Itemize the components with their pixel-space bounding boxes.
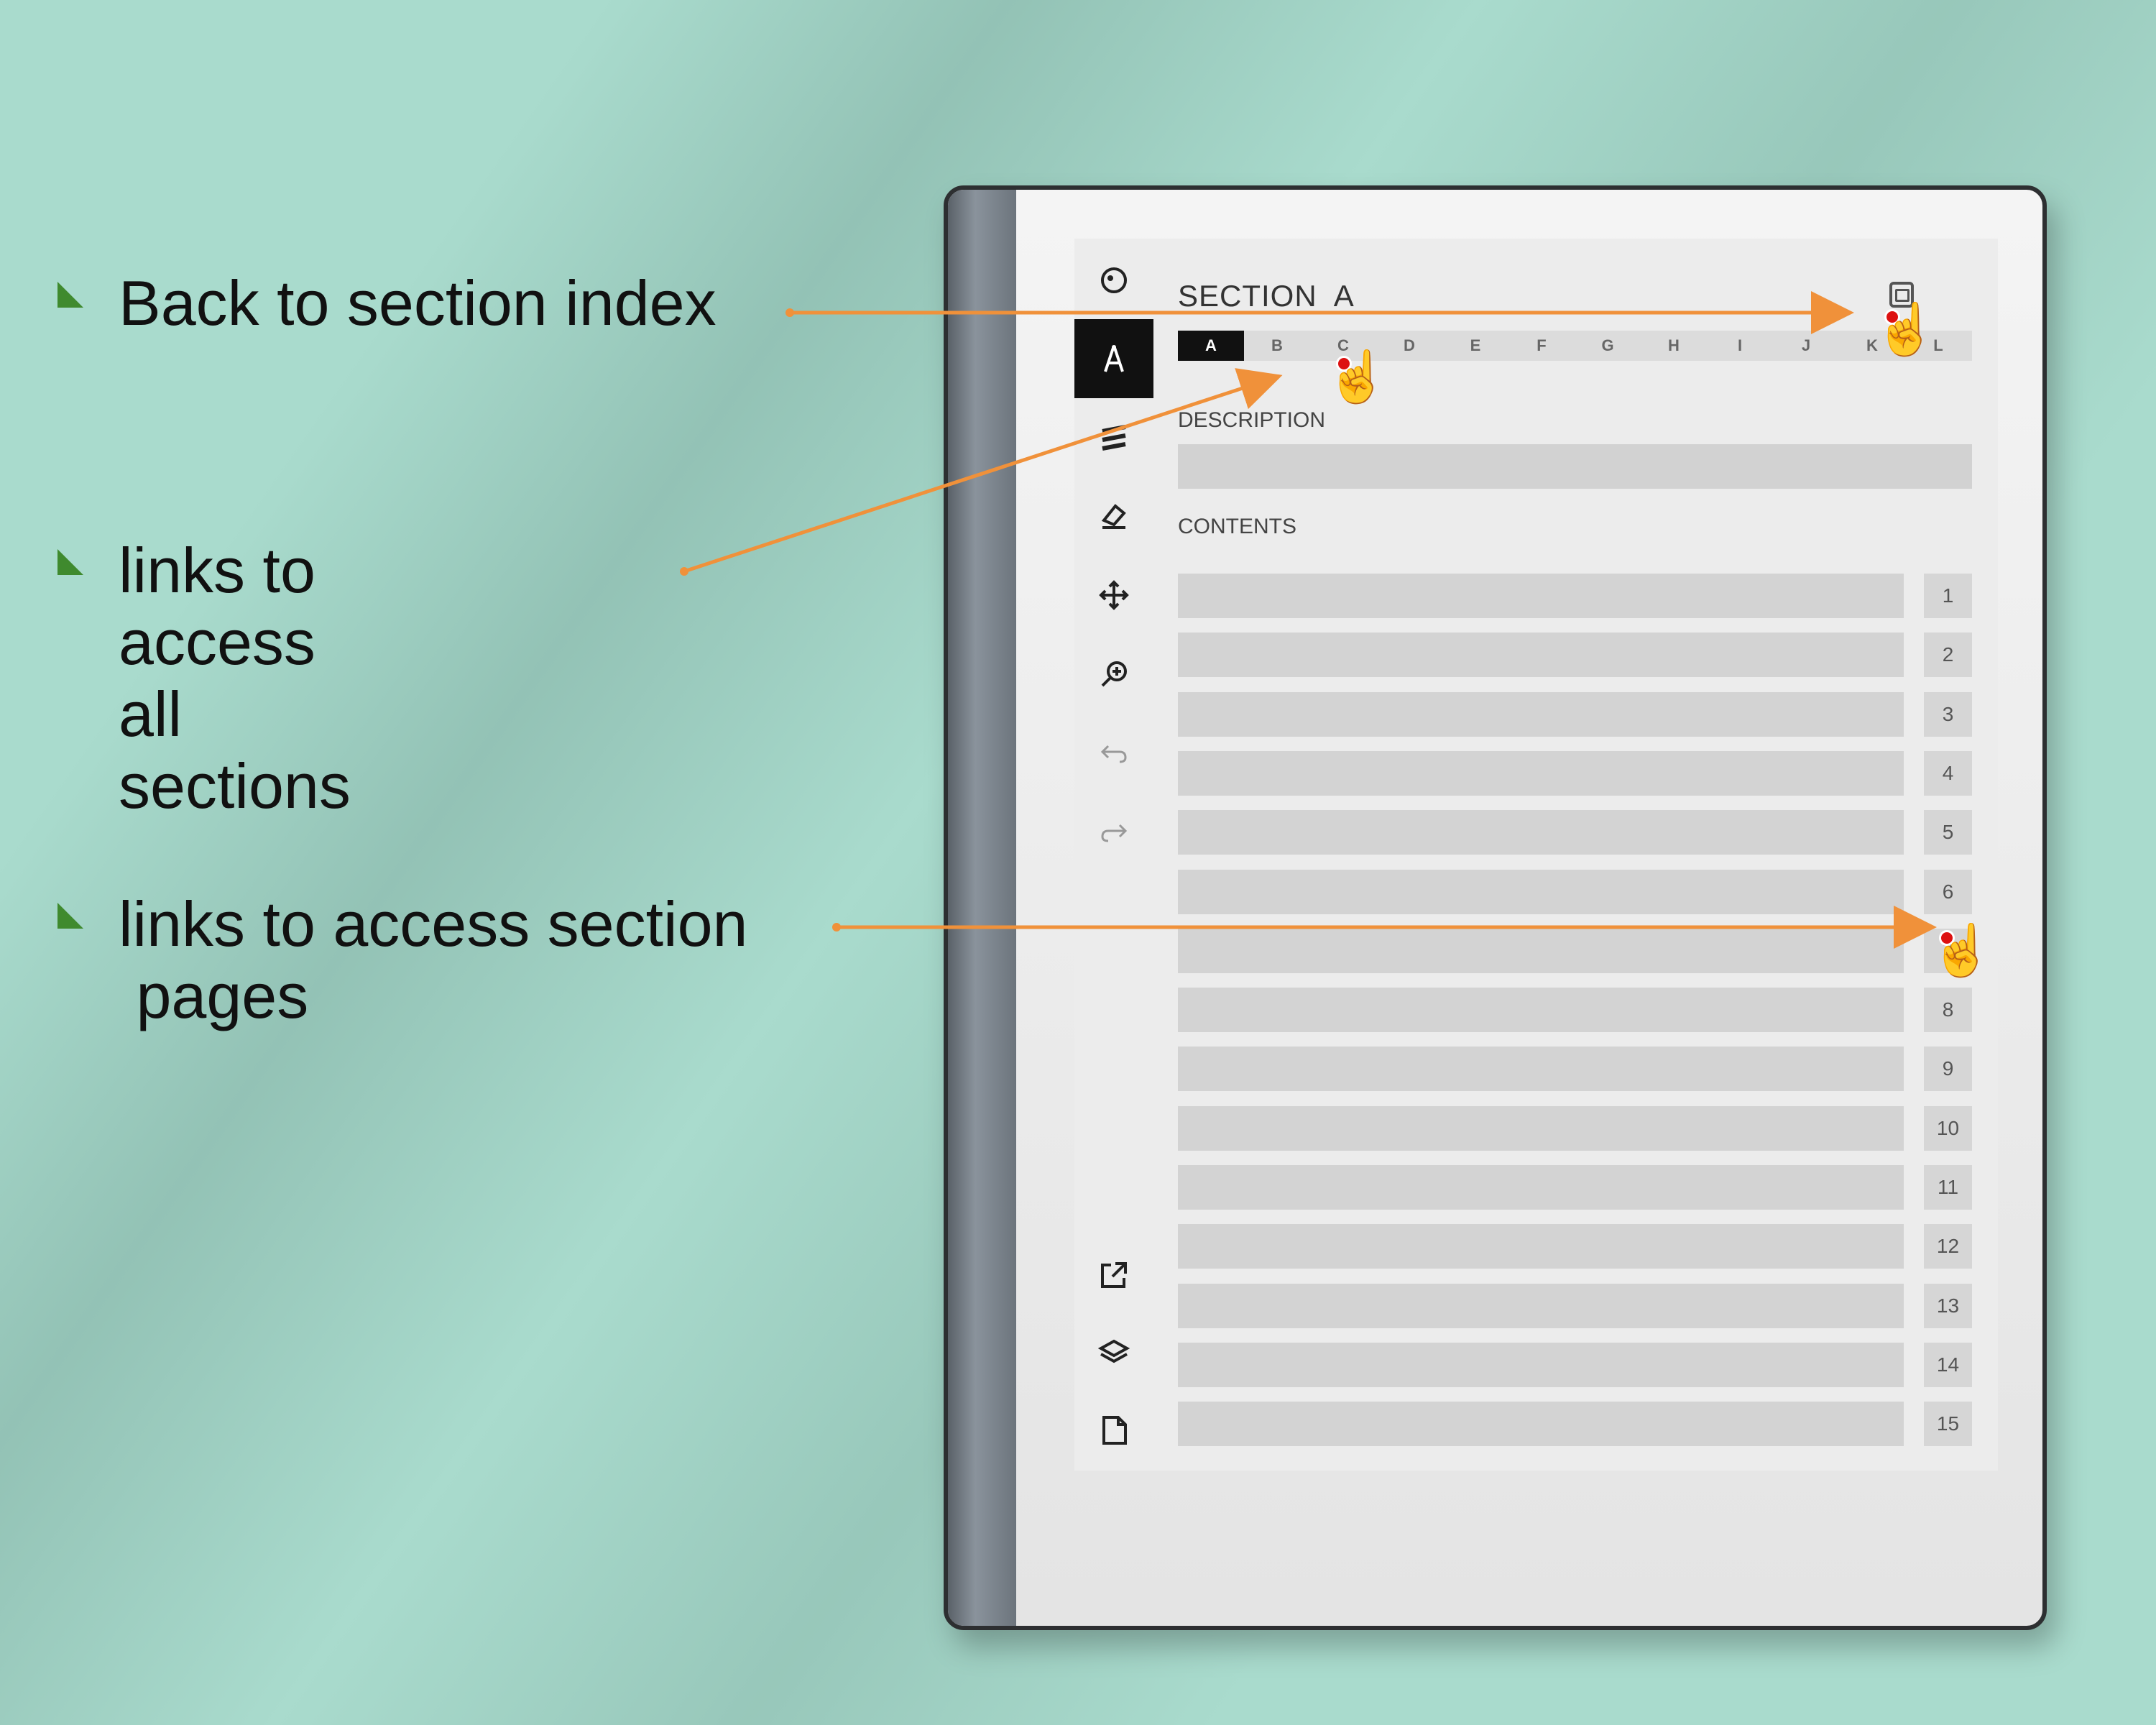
page-link-button[interactable]: 11 <box>1924 1165 1972 1210</box>
content-row-field[interactable] <box>1178 1105 1904 1151</box>
tab-j[interactable]: J <box>1773 331 1839 361</box>
move-icon[interactable] <box>1074 559 1153 631</box>
hand-pointer-icon: ☝ <box>1874 301 1938 357</box>
callout-text: links to access section pages <box>119 888 748 1031</box>
bullet-icon <box>57 282 83 308</box>
bullet-icon <box>57 903 83 929</box>
page-link-button[interactable]: 3 <box>1924 691 1972 737</box>
device-spine <box>948 190 1016 1626</box>
page-link-button[interactable]: 2 <box>1924 632 1972 678</box>
tablet-screen: SECTION A A B C D E F G H I J K L DESCRI… <box>1074 239 1998 1471</box>
tab-i[interactable]: I <box>1707 331 1773 361</box>
tab-f[interactable]: F <box>1508 331 1575 361</box>
description-label: DESCRIPTION <box>1178 408 1326 432</box>
page-link-button[interactable]: 13 <box>1924 1283 1972 1328</box>
callout-text: Back to section index <box>119 267 717 339</box>
content-row-field[interactable] <box>1178 1402 1904 1447</box>
content-row-field[interactable] <box>1178 574 1904 618</box>
page-link-button[interactable]: 5 <box>1924 810 1972 855</box>
bullet-icon <box>57 549 83 575</box>
content-row-field[interactable] <box>1178 691 1904 737</box>
zoom-icon[interactable] <box>1074 638 1153 710</box>
content-row-field[interactable] <box>1178 750 1904 796</box>
content-row-field[interactable] <box>1178 632 1904 678</box>
undo-icon[interactable] <box>1074 717 1153 789</box>
page-link-button[interactable]: 12 <box>1924 1224 1972 1269</box>
content-row-field[interactable] <box>1178 1342 1904 1387</box>
callout-text: links to access all sections <box>119 535 351 822</box>
content-row-field[interactable] <box>1178 988 1904 1033</box>
hand-pointer-icon: ☝ <box>1930 922 1994 978</box>
menu-circle-icon[interactable] <box>1074 244 1153 316</box>
hand-pointer-icon: ☝ <box>1326 349 1389 405</box>
description-field[interactable] <box>1178 444 1972 489</box>
tab-h[interactable]: H <box>1641 331 1707 361</box>
redo-icon[interactable] <box>1074 796 1153 868</box>
content-row-field[interactable] <box>1178 1165 1904 1210</box>
tab-g[interactable]: G <box>1575 331 1641 361</box>
page-link-button[interactable]: 1 <box>1924 574 1972 618</box>
page-link-button[interactable]: 8 <box>1924 988 1972 1033</box>
tab-b[interactable]: B <box>1244 331 1310 361</box>
page-link-button[interactable]: 9 <box>1924 1046 1972 1092</box>
content-row-field[interactable] <box>1178 1046 1904 1092</box>
page-link-button[interactable]: 14 <box>1924 1342 1972 1387</box>
contents-label: CONTENTS <box>1178 515 1296 538</box>
page-link-button[interactable]: 10 <box>1924 1105 1972 1151</box>
pen-icon[interactable] <box>1074 319 1153 398</box>
tablet-device: SECTION A A B C D E F G H I J K L DESCRI… <box>944 185 2047 1630</box>
tab-a[interactable]: A <box>1178 331 1244 361</box>
tab-e[interactable]: E <box>1442 331 1508 361</box>
share-icon[interactable] <box>1074 1239 1153 1311</box>
content-row-field[interactable] <box>1178 810 1904 855</box>
page-title: SECTION A <box>1178 279 1355 313</box>
content-row-field[interactable] <box>1178 1224 1904 1269</box>
highlighter-icon[interactable] <box>1074 402 1153 474</box>
page-link-button[interactable]: 15 <box>1924 1402 1972 1447</box>
page-link-button[interactable]: 4 <box>1924 750 1972 796</box>
layers-icon[interactable] <box>1074 1317 1153 1389</box>
content-row-field[interactable] <box>1178 928 1904 973</box>
section-tabs: A B C D E F G H I J K L <box>1178 331 1972 361</box>
eraser-icon[interactable] <box>1074 480 1153 552</box>
content-row-field[interactable] <box>1178 1283 1904 1328</box>
page-icon[interactable] <box>1074 1394 1153 1466</box>
page-link-button[interactable]: 6 <box>1924 869 1972 914</box>
toolbar <box>1074 239 1153 1471</box>
content-row-field[interactable] <box>1178 869 1904 914</box>
